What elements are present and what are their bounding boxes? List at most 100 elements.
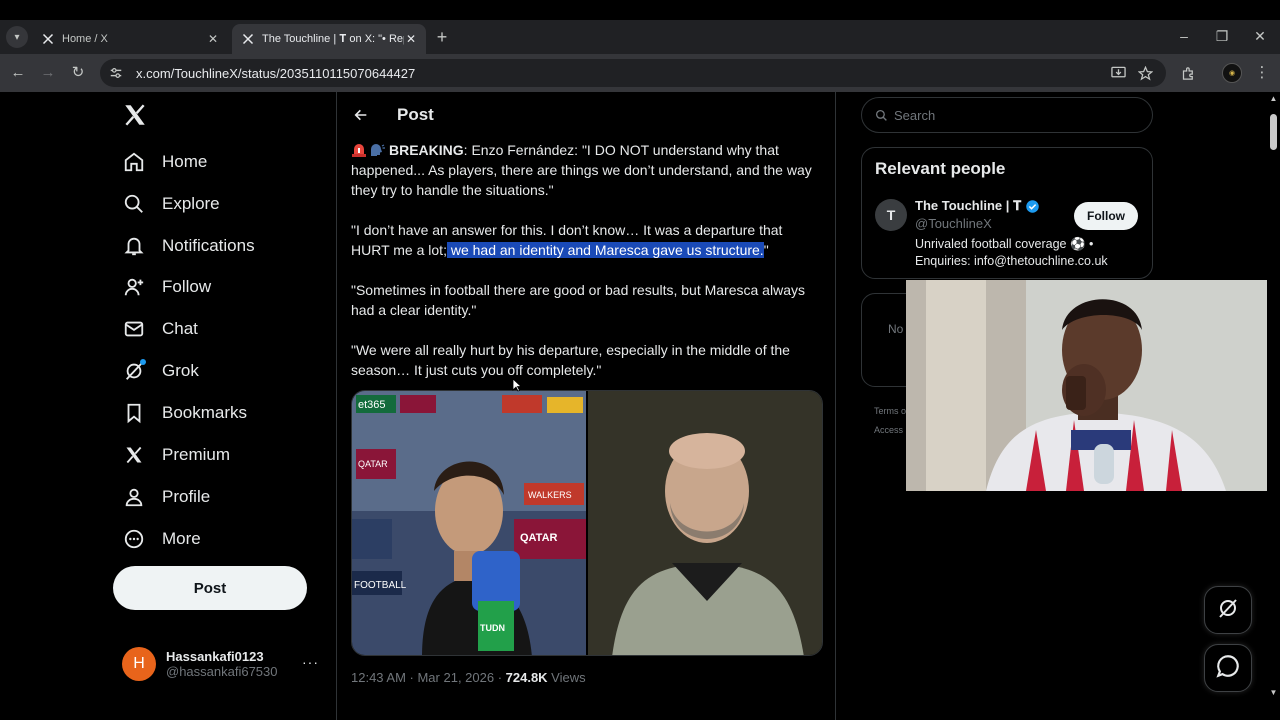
account-handle: @hassankafi67530: [166, 664, 278, 679]
chat-bubble-icon: [1215, 653, 1241, 684]
nav-label: Profile: [162, 487, 211, 506]
nav-label: More: [162, 529, 201, 548]
restore-icon[interactable]: ❐: [1212, 28, 1232, 45]
grok-icon: [122, 359, 146, 383]
nav-profile[interactable]: Profile: [122, 481, 210, 513]
back-icon[interactable]: ←: [8, 63, 28, 83]
siren-icon: [351, 142, 367, 157]
back-arrow-icon[interactable]: [351, 105, 371, 125]
browser-tab-bar: ▾ Home / X ✕ The Touchline | 𝐓 on X: "• …: [0, 20, 1280, 54]
search-icon: [874, 108, 888, 122]
avatar: H: [122, 647, 156, 681]
nav-chat[interactable]: Chat: [122, 313, 198, 345]
tweet-paragraph: BREAKING: Enzo Fernández: "I DO NOT unde…: [351, 140, 815, 200]
trends-empty-text: No: [888, 322, 904, 336]
tab-post[interactable]: The Touchline | 𝐓 on X: "• Repo ✕: [232, 24, 426, 54]
x-home-logo-icon[interactable]: [122, 102, 148, 128]
profile-avatar-icon[interactable]: ◉: [1222, 63, 1242, 83]
nav-explore[interactable]: Explore: [122, 188, 220, 220]
views-label: Views: [547, 670, 586, 685]
footer-accessibility-link[interactable]: Access: [874, 425, 903, 435]
search-input[interactable]: [894, 107, 1134, 123]
bell-icon: [122, 234, 146, 258]
avatar[interactable]: T: [875, 199, 907, 231]
bookmark-star-icon[interactable]: [1135, 63, 1155, 83]
screen-top-strip: [0, 0, 1280, 20]
scrollbar[interactable]: [1267, 92, 1280, 720]
main-column: Post BREAKING: Enzo Fernández: "I DO NOT…: [336, 92, 836, 720]
webcam-overlay: [906, 280, 1280, 491]
account-name: Hassankafi0123: [166, 649, 264, 664]
browser-menu-icon[interactable]: ⋮: [1252, 63, 1272, 83]
nav-label: Chat: [162, 319, 198, 338]
nav-premium[interactable]: Premium: [122, 439, 230, 471]
follow-button[interactable]: Follow: [1074, 202, 1138, 230]
nav-label: Grok: [162, 361, 199, 380]
new-tab-button[interactable]: +: [432, 28, 452, 48]
tweet-paragraph-4: "We were all really hurt by his departur…: [351, 342, 790, 378]
grok-fab-button[interactable]: [1204, 586, 1252, 634]
reload-icon[interactable]: ↻: [68, 63, 88, 83]
nav-grok[interactable]: Grok: [122, 355, 199, 387]
tweet-meta: 12:43 AM · Mar 21, 2026 · 724.8K Views: [351, 670, 586, 685]
account-more-icon[interactable]: ···: [302, 654, 319, 670]
tweet-media[interactable]: et365 QATAR WALKERS QATAR FOOTBALL TUDN: [351, 390, 823, 656]
person-name-text: The Touchline | 𝐓: [915, 198, 1022, 213]
scroll-down-icon[interactable]: ▼: [1268, 688, 1279, 698]
nav-bookmarks[interactable]: Bookmarks: [122, 397, 247, 429]
nav-label: Bookmarks: [162, 403, 248, 422]
speaking-head-icon: [369, 142, 385, 156]
messages-fab-button[interactable]: [1204, 644, 1252, 692]
qatar-text-right: QATAR: [520, 532, 558, 544]
person-handle[interactable]: @TouchlineX: [915, 216, 992, 231]
post-header: Post: [351, 104, 434, 126]
home-icon: [122, 150, 146, 174]
bookmark-icon: [122, 401, 146, 425]
x-logo-icon: [122, 443, 146, 467]
tab-close-icon[interactable]: ✕: [404, 32, 418, 46]
post-button[interactable]: Post: [113, 566, 307, 610]
page-title: Post: [397, 105, 434, 124]
sponsor-text: et365: [358, 399, 386, 411]
relevant-people-title: Relevant people: [875, 159, 1006, 178]
tab-close-icon[interactable]: ✕: [206, 32, 220, 46]
window-close-icon[interactable]: ✕: [1250, 28, 1270, 45]
url-text: x.com/TouchlineX/status/2035110115070644…: [136, 65, 416, 81]
tab-home[interactable]: Home / X ✕: [32, 24, 228, 54]
verified-badge-icon: [1025, 199, 1040, 214]
tweet-paragraph-3: "Sometimes in football there are good or…: [351, 282, 805, 318]
nav-follow[interactable]: Follow: [122, 271, 211, 303]
tab-search-button[interactable]: ▾: [6, 26, 28, 48]
notification-dot: [140, 359, 146, 365]
scroll-up-icon[interactable]: ▲: [1268, 94, 1279, 104]
nav-home[interactable]: Home: [122, 146, 207, 178]
minimize-icon[interactable]: –: [1174, 28, 1194, 44]
site-info-icon[interactable]: [108, 65, 124, 81]
nav-label: Follow: [162, 277, 212, 296]
extensions-icon[interactable]: [1178, 63, 1198, 83]
forward-icon[interactable]: →: [38, 63, 58, 83]
nav-more[interactable]: More: [122, 523, 201, 555]
breaking-label: BREAKING: [389, 142, 464, 158]
person-name[interactable]: The Touchline | 𝐓: [915, 198, 1040, 214]
selected-text-highlight: we had an identity and Maresca gave us s…: [446, 242, 764, 258]
scrollbar-thumb[interactable]: [1270, 114, 1277, 150]
footer-terms-link[interactable]: Terms o: [874, 406, 906, 416]
mouse-cursor-icon: [512, 378, 523, 392]
account-switcher[interactable]: H Hassankafi0123 @hassankafi67530: [122, 644, 322, 684]
x-logo-icon: [40, 31, 56, 47]
tweet-timestamp[interactable]: 12:43 AM · Mar 21, 2026 ·: [351, 670, 506, 685]
qatar-text-left: QATAR: [358, 459, 388, 469]
install-app-icon[interactable]: [1108, 63, 1128, 83]
relevant-people-card: Relevant people T The Touchline | 𝐓 @Tou…: [861, 147, 1153, 279]
nav-notifications[interactable]: Notifications: [122, 230, 255, 262]
browser-toolbar: ← → ↻ x.com/TouchlineX/status/2035110115…: [0, 54, 1280, 92]
tweet-paragraph: "I don’t have an answer for this. I don’…: [351, 220, 815, 260]
add-person-icon: [122, 275, 146, 299]
tudn-text: TUDN: [480, 623, 505, 633]
more-circle-icon: [122, 527, 146, 551]
tab-title: Home / X: [62, 33, 108, 45]
envelope-icon: [122, 317, 146, 341]
search-box[interactable]: [861, 97, 1153, 133]
address-bar[interactable]: x.com/TouchlineX/status/2035110115070644…: [100, 59, 1166, 87]
